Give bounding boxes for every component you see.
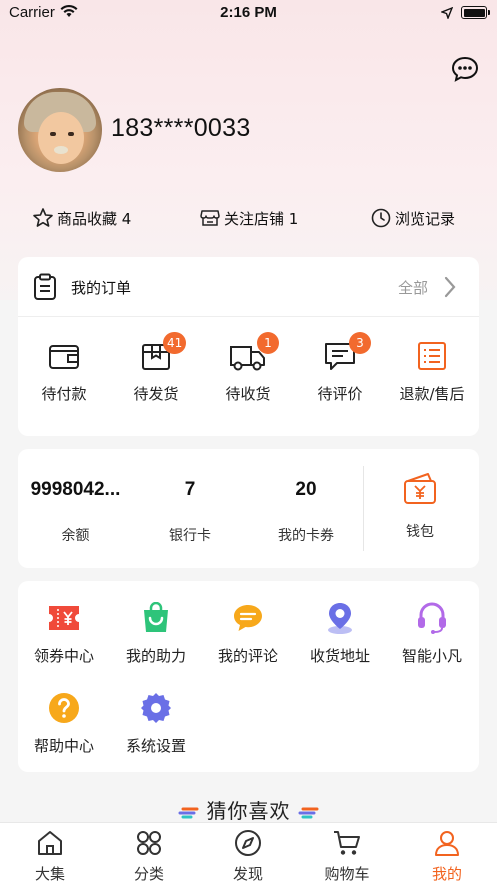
services-card: 领券中心 我的助力 我的评论 收货地址 智能小凡 帮助中心 系统设置 (18, 581, 479, 772)
headset-icon (418, 602, 446, 634)
tab-home-label: 大集 (34, 865, 65, 883)
order-refund-aftersale[interactable]: 退款/售后 (386, 339, 478, 404)
service-my-assist[interactable]: 我的助力 (110, 601, 202, 666)
avatar[interactable] (18, 88, 102, 172)
balance-value: 9998042... (30, 479, 121, 500)
settings-gear-icon (141, 693, 171, 723)
tab-profile[interactable]: 我的 (412, 829, 482, 883)
wallet-icon (49, 345, 79, 369)
tab-category[interactable]: 分类 (114, 829, 184, 883)
wallet-card: 9998042... 余额 7 银行卡 20 我的卡券 钱包 (18, 449, 479, 568)
favorites-link[interactable]: 商品收藏 4 (32, 206, 131, 230)
service-help-center[interactable]: 帮助中心 (18, 691, 110, 756)
pending-review-badge: 3 (349, 332, 371, 354)
wallet-label: 钱包 (406, 524, 434, 540)
coupon-icon (49, 606, 79, 630)
coupons-stat[interactable]: 20 我的卡券 (256, 479, 356, 545)
wallet-yuan-icon (404, 473, 436, 504)
status-bar: Carrier 2:16 PM (0, 0, 497, 26)
help-center-label: 帮助中心 (33, 737, 94, 755)
order-pending-payment[interactable]: 待付款 (18, 339, 110, 404)
service-coupon-center[interactable]: 领券中心 (18, 601, 110, 666)
order-pending-review-label: 待评价 (317, 385, 363, 403)
system-settings-label: 系统设置 (125, 737, 186, 755)
refund-list-icon (418, 342, 446, 370)
message-button[interactable] (450, 54, 480, 84)
followed-shops-label: 关注店铺 1 (224, 209, 299, 228)
tab-category-label: 分类 (133, 865, 164, 883)
clock-time: 2:16 PM (220, 4, 277, 21)
guess-you-like-heading: 猜你喜欢 (0, 795, 497, 824)
order-refund-label: 退款/售后 (399, 385, 465, 403)
service-shipping-address[interactable]: 收货地址 (294, 601, 386, 666)
service-smart-assistant[interactable]: 智能小凡 (386, 601, 478, 666)
balance-label: 余额 (61, 528, 90, 544)
star-icon (33, 208, 53, 227)
location-arrow-icon (439, 5, 454, 23)
help-icon (49, 693, 79, 723)
order-pending-shipment[interactable]: 41 待发货 (110, 332, 202, 404)
user-phone-number[interactable]: 183****0033 (111, 114, 251, 143)
order-pending-payment-label: 待付款 (41, 385, 87, 403)
bottom-tab-bar: 大集 分类 发现 购物车 我的 (0, 822, 497, 883)
left-decoration-icon (178, 807, 198, 818)
chat-bubble-icon (234, 605, 262, 631)
browse-history-label: 浏览记录 (395, 209, 456, 228)
location-pin-icon (328, 603, 352, 634)
chevron-right-icon (444, 276, 456, 298)
clipboard-icon (34, 273, 56, 300)
order-pending-shipment-label: 待发货 (133, 385, 179, 403)
balance-stat[interactable]: 9998042... 余额 (18, 479, 133, 545)
bank-card-stat[interactable]: 7 银行卡 (140, 479, 240, 545)
bank-card-label: 银行卡 (169, 528, 211, 544)
guess-you-like-title: 猜你喜欢 (206, 799, 291, 823)
cart-icon (334, 831, 360, 855)
user-icon (435, 831, 459, 856)
order-pending-receipt-label: 待收货 (225, 385, 271, 403)
order-pending-review[interactable]: 3 待评价 (294, 332, 386, 404)
orders-card: 我的订单 全部 待付款 41 待发货 1 待收货 3 待评价 退款/售后 (18, 257, 479, 436)
shop-icon (200, 210, 220, 226)
my-assist-label: 我的助力 (125, 647, 186, 665)
battery-icon (461, 6, 490, 19)
tab-cart-label: 购物车 (324, 865, 370, 883)
pending-shipment-badge: 41 (163, 332, 187, 354)
compass-icon (235, 830, 261, 856)
category-icon (137, 831, 161, 855)
coupon-center-label: 领券中心 (33, 647, 94, 665)
chat-dots-icon (451, 56, 479, 82)
shopping-bag-icon (144, 602, 168, 632)
tab-cart[interactable]: 购物车 (312, 829, 382, 883)
orders-title: 我的订单 (71, 279, 132, 297)
home-icon (38, 831, 62, 855)
wallet-divider (363, 466, 364, 551)
service-my-reviews[interactable]: 我的评论 (202, 601, 294, 666)
tab-home[interactable]: 大集 (15, 829, 85, 883)
wallet-button[interactable]: 钱包 (370, 471, 470, 541)
tab-profile-label: 我的 (431, 865, 462, 883)
orders-all-link[interactable]: 全部 (398, 277, 428, 298)
browse-history-link[interactable]: 浏览记录 (370, 206, 455, 230)
coupons-label: 我的卡券 (278, 528, 334, 544)
shipping-address-label: 收货地址 (309, 647, 370, 665)
tab-discover[interactable]: 发现 (213, 829, 283, 883)
pending-receipt-badge: 1 (257, 332, 279, 354)
right-decoration-icon (298, 807, 318, 818)
orders-header[interactable]: 我的订单 全部 (18, 257, 479, 317)
smart-assistant-label: 智能小凡 (401, 647, 462, 665)
order-pending-receipt[interactable]: 1 待收货 (202, 332, 294, 404)
clock-icon (371, 208, 391, 228)
service-system-settings[interactable]: 系统设置 (110, 691, 202, 756)
tab-discover-label: 发现 (232, 865, 263, 883)
followed-shops-link[interactable]: 关注店铺 1 (199, 206, 298, 230)
bank-card-count: 7 (184, 479, 196, 500)
coupons-count: 20 (295, 479, 317, 500)
favorites-label: 商品收藏 4 (57, 209, 132, 228)
my-reviews-label: 我的评论 (217, 647, 278, 665)
